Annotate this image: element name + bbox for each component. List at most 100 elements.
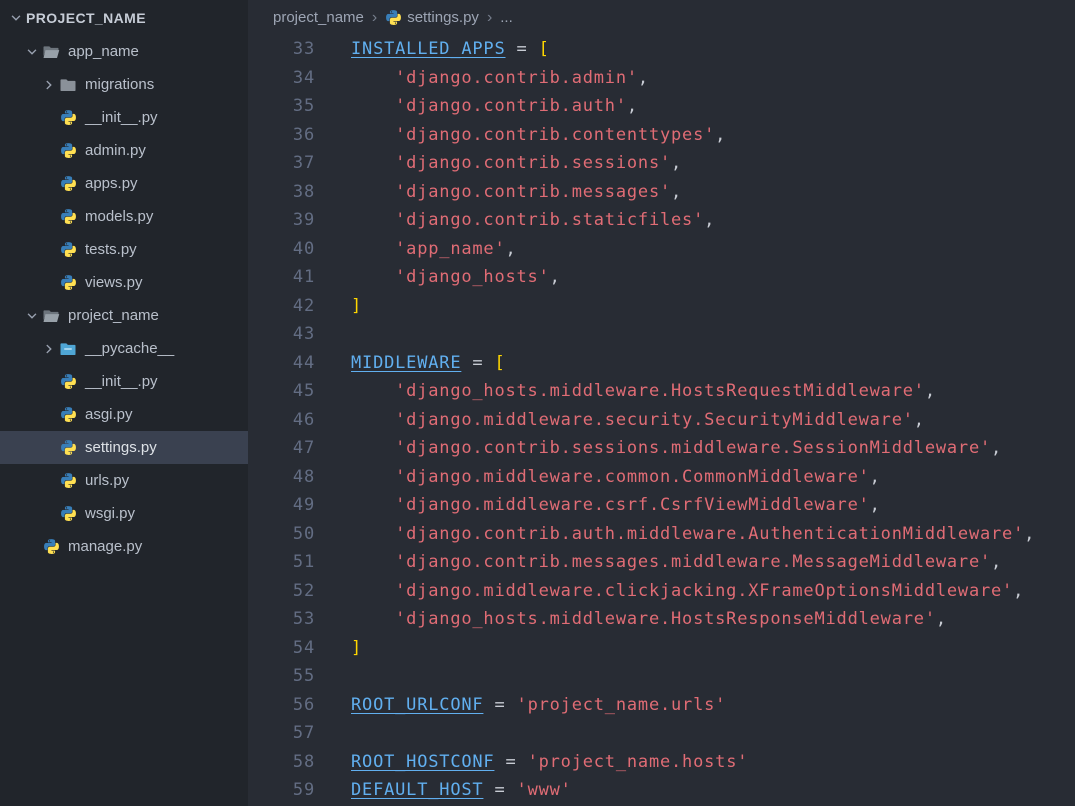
breadcrumb-segment[interactable]: ...: [500, 9, 513, 26]
line-number[interactable]: 51: [248, 548, 315, 577]
sidebar-item-admin-py[interactable]: admin.py: [0, 134, 248, 167]
code-line[interactable]: 46 'django.middleware.security.SecurityM…: [248, 406, 1075, 435]
line-number[interactable]: 58: [248, 748, 315, 777]
line-number[interactable]: 44: [248, 349, 315, 378]
code-line[interactable]: 55: [248, 662, 1075, 691]
chevron-spacer: [39, 473, 59, 489]
code-line[interactable]: 59DEFAULT_HOST = 'www': [248, 776, 1075, 805]
line-number[interactable]: 48: [248, 463, 315, 492]
breadcrumb-label: project_name: [273, 9, 364, 26]
code-line-content: 'django.contrib.sessions.middleware.Sess…: [315, 434, 1002, 463]
line-number[interactable]: 34: [248, 64, 315, 93]
sidebar-item-pycache[interactable]: __pycache__: [0, 332, 248, 365]
sidebar-item-asgi-py[interactable]: asgi.py: [0, 398, 248, 431]
code-line-content: 'app_name',: [315, 235, 517, 264]
code-line[interactable]: 52 'django.middleware.clickjacking.XFram…: [248, 577, 1075, 606]
sidebar-item-label: app_name: [68, 43, 139, 60]
code-line[interactable]: 40 'app_name',: [248, 235, 1075, 264]
sidebar-item-label: __init__.py: [85, 109, 158, 126]
chevron-collapsed-icon[interactable]: [39, 77, 59, 93]
breadcrumb: project_name›settings.py›...: [248, 0, 1075, 35]
chevron-spacer: [39, 242, 59, 258]
code-line[interactable]: 33INSTALLED_APPS = [: [248, 35, 1075, 64]
code-line[interactable]: 35 'django.contrib.auth',: [248, 92, 1075, 121]
chevron-spacer: [39, 407, 59, 423]
line-number[interactable]: 41: [248, 263, 315, 292]
line-number[interactable]: 40: [248, 235, 315, 264]
line-number[interactable]: 36: [248, 121, 315, 150]
chevron-expanded-icon[interactable]: [22, 308, 42, 324]
code-editor[interactable]: 33INSTALLED_APPS = [34 'django.contrib.a…: [248, 35, 1075, 806]
line-number[interactable]: 33: [248, 35, 315, 64]
code-line[interactable]: 57: [248, 719, 1075, 748]
code-line-content: 'django.contrib.admin',: [315, 64, 649, 93]
python-icon: [59, 373, 77, 391]
sidebar-item-label: project_name: [68, 307, 159, 324]
sidebar-item-label: __init__.py: [85, 373, 158, 390]
code-line-content: 'django.contrib.auth.middleware.Authenti…: [315, 520, 1035, 549]
sidebar-item-views-py[interactable]: views.py: [0, 266, 248, 299]
line-number[interactable]: 52: [248, 577, 315, 606]
code-line[interactable]: 36 'django.contrib.contenttypes',: [248, 121, 1075, 150]
explorer-root-folder[interactable]: PROJECT_NAME: [0, 0, 248, 35]
sidebar-item-label: apps.py: [85, 175, 138, 192]
sidebar-item-manage-py[interactable]: manage.py: [0, 530, 248, 563]
line-number[interactable]: 37: [248, 149, 315, 178]
chevron-collapsed-icon[interactable]: [39, 341, 59, 357]
sidebar-item-app-name[interactable]: app_name: [0, 35, 248, 68]
sidebar-item-wsgi-py[interactable]: wsgi.py: [0, 497, 248, 530]
sidebar-item-settings-py[interactable]: settings.py: [0, 431, 248, 464]
chevron-spacer: [39, 176, 59, 192]
sidebar-item-tests-py[interactable]: tests.py: [0, 233, 248, 266]
line-number[interactable]: 56: [248, 691, 315, 720]
code-line[interactable]: 51 'django.contrib.messages.middleware.M…: [248, 548, 1075, 577]
breadcrumb-segment[interactable]: project_name: [273, 9, 364, 26]
line-number[interactable]: 59: [248, 776, 315, 805]
code-line[interactable]: 53 'django_hosts.middleware.HostsRespons…: [248, 605, 1075, 634]
line-number[interactable]: 50: [248, 520, 315, 549]
line-number[interactable]: 43: [248, 320, 315, 349]
chevron-expanded-icon[interactable]: [22, 44, 42, 60]
code-line-content: 'django.contrib.messages',: [315, 178, 682, 207]
code-line[interactable]: 44MIDDLEWARE = [: [248, 349, 1075, 378]
code-line-content: 'django.contrib.staticfiles',: [315, 206, 715, 235]
line-number[interactable]: 53: [248, 605, 315, 634]
line-number[interactable]: 42: [248, 292, 315, 321]
line-number[interactable]: 54: [248, 634, 315, 663]
line-number[interactable]: 45: [248, 377, 315, 406]
code-line[interactable]: 34 'django.contrib.admin',: [248, 64, 1075, 93]
code-line-content: 'django.middleware.clickjacking.XFrameOp…: [315, 577, 1024, 606]
code-line[interactable]: 38 'django.contrib.messages',: [248, 178, 1075, 207]
code-line[interactable]: 39 'django.contrib.staticfiles',: [248, 206, 1075, 235]
code-line[interactable]: 41 'django_hosts',: [248, 263, 1075, 292]
line-number[interactable]: 49: [248, 491, 315, 520]
sidebar-item-init-py[interactable]: __init__.py: [0, 365, 248, 398]
code-line[interactable]: 42]: [248, 292, 1075, 321]
line-number[interactable]: 46: [248, 406, 315, 435]
code-line[interactable]: 45 'django_hosts.middleware.HostsRequest…: [248, 377, 1075, 406]
sidebar-item-migrations[interactable]: migrations: [0, 68, 248, 101]
sidebar-item-init-py[interactable]: __init__.py: [0, 101, 248, 134]
code-line[interactable]: 50 'django.contrib.auth.middleware.Authe…: [248, 520, 1075, 549]
code-line[interactable]: 54]: [248, 634, 1075, 663]
code-line[interactable]: 48 'django.middleware.common.CommonMiddl…: [248, 463, 1075, 492]
breadcrumb-segment[interactable]: settings.py: [385, 9, 479, 27]
line-number[interactable]: 39: [248, 206, 315, 235]
line-number[interactable]: 57: [248, 719, 315, 748]
code-line[interactable]: 56ROOT_URLCONF = 'project_name.urls': [248, 691, 1075, 720]
code-line[interactable]: 58ROOT_HOSTCONF = 'project_name.hosts': [248, 748, 1075, 777]
breadcrumb-separator-icon: ›: [364, 9, 385, 27]
sidebar-item-models-py[interactable]: models.py: [0, 200, 248, 233]
line-number[interactable]: 38: [248, 178, 315, 207]
code-line[interactable]: 47 'django.contrib.sessions.middleware.S…: [248, 434, 1075, 463]
line-number[interactable]: 35: [248, 92, 315, 121]
code-line[interactable]: 37 'django.contrib.sessions',: [248, 149, 1075, 178]
line-number[interactable]: 55: [248, 662, 315, 691]
code-line[interactable]: 49 'django.middleware.csrf.CsrfViewMiddl…: [248, 491, 1075, 520]
sidebar-item-urls-py[interactable]: urls.py: [0, 464, 248, 497]
code-line[interactable]: 43: [248, 320, 1075, 349]
line-number[interactable]: 47: [248, 434, 315, 463]
chevron-expanded-icon[interactable]: [6, 10, 26, 26]
sidebar-item-apps-py[interactable]: apps.py: [0, 167, 248, 200]
sidebar-item-project-name[interactable]: project_name: [0, 299, 248, 332]
